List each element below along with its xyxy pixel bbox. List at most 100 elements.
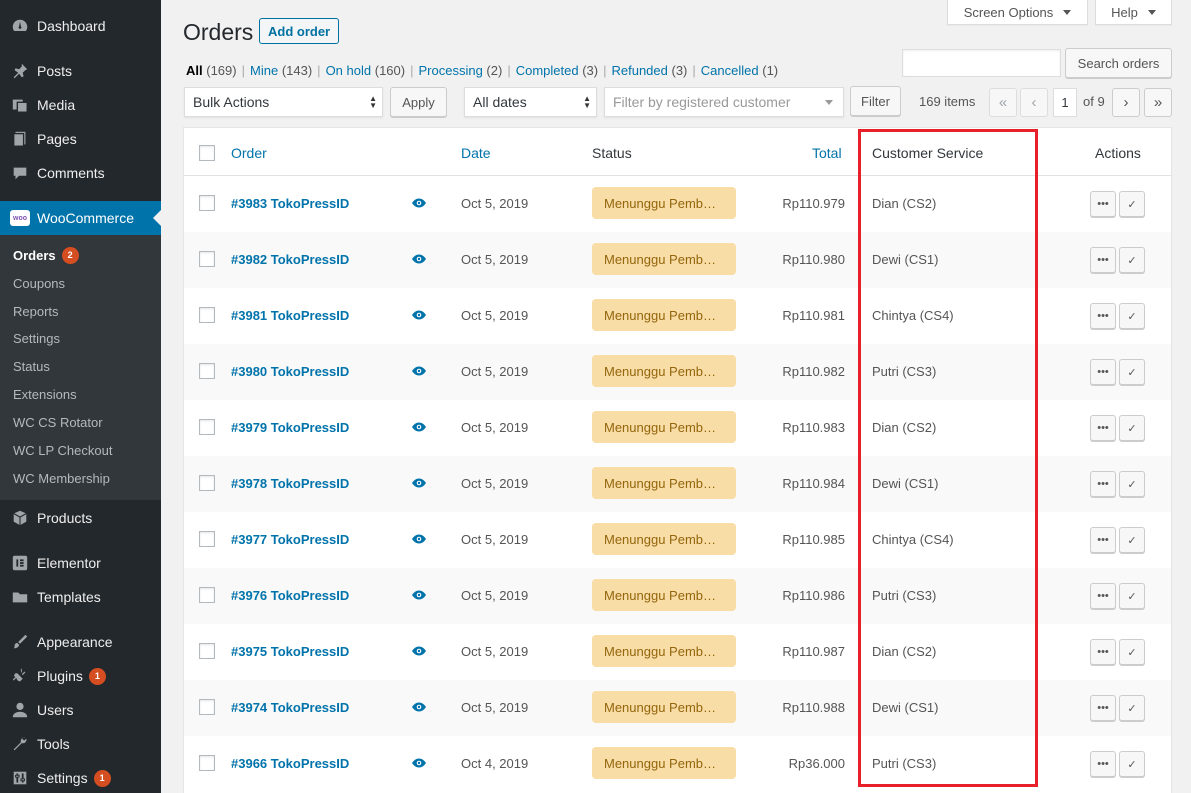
menu-pages[interactable]: Pages [0,127,161,151]
order-link[interactable]: #3966 TokoPressID [231,756,349,771]
menu-comments[interactable]: Comments [0,161,161,185]
more-actions-button[interactable]: ••• [1090,583,1116,609]
more-actions-button[interactable]: ••• [1090,639,1116,665]
column-order[interactable]: Order [231,145,267,161]
menu-dashboard[interactable]: Dashboard [0,14,161,38]
submenu-wc-cs-rotator[interactable]: WC CS Rotator [13,415,103,430]
table-row[interactable]: #3975 TokoPressID Oct 5, 2019 Menunggu P… [184,624,1171,680]
complete-order-button[interactable]: ✓ [1119,415,1145,441]
row-checkbox[interactable] [199,307,215,323]
table-row[interactable]: #3981 TokoPressID Oct 5, 2019 Menunggu P… [184,288,1171,344]
menu-users[interactable]: Users [0,698,161,722]
view-completed[interactable]: Completed [516,63,579,78]
view-all[interactable]: All [186,63,203,78]
preview-eye-icon[interactable] [411,588,427,602]
bulk-actions-select[interactable]: Bulk Actions ▲ ▼ [184,87,383,117]
view-cancelled[interactable]: Cancelled [701,63,759,78]
submenu-settings[interactable]: Settings [13,331,60,346]
row-checkbox[interactable] [199,643,215,659]
more-actions-button[interactable]: ••• [1090,303,1116,329]
more-actions-button[interactable]: ••• [1090,471,1116,497]
more-actions-button[interactable]: ••• [1090,191,1116,217]
next-page-button[interactable]: › [1112,88,1140,117]
column-date[interactable]: Date [461,145,491,161]
menu-media[interactable]: Media [0,93,161,117]
submenu-status[interactable]: Status [13,359,50,374]
order-link[interactable]: #3982 TokoPressID [231,252,349,267]
preview-eye-icon[interactable] [411,476,427,490]
complete-order-button[interactable]: ✓ [1119,303,1145,329]
table-row[interactable]: #3979 TokoPressID Oct 5, 2019 Menunggu P… [184,400,1171,456]
menu-appearance[interactable]: Appearance [0,630,161,654]
prev-page-button[interactable]: ‹ [1020,88,1048,117]
help-button[interactable]: Help [1095,0,1172,25]
table-row[interactable]: #3974 TokoPressID Oct 5, 2019 Menunggu P… [184,680,1171,736]
search-orders-input[interactable] [902,49,1061,77]
search-orders-button[interactable]: Search orders [1065,48,1172,78]
menu-plugins[interactable]: Plugins 1 [0,664,161,688]
apply-button[interactable]: Apply [390,87,447,117]
preview-eye-icon[interactable] [411,644,427,658]
preview-eye-icon[interactable] [411,700,427,714]
menu-woocommerce[interactable]: woo WooCommerce [0,201,161,235]
filter-button[interactable]: Filter [850,86,901,116]
current-page-input[interactable]: 1 [1053,88,1077,117]
screen-options-button[interactable]: Screen Options [947,0,1088,25]
last-page-button[interactable]: » [1144,88,1172,117]
row-checkbox[interactable] [199,363,215,379]
preview-eye-icon[interactable] [411,252,427,266]
first-page-button[interactable]: « [989,88,1017,117]
more-actions-button[interactable]: ••• [1090,359,1116,385]
add-order-button[interactable]: Add order [259,18,340,44]
row-checkbox[interactable] [199,531,215,547]
menu-elementor[interactable]: Elementor [0,551,161,575]
complete-order-button[interactable]: ✓ [1119,639,1145,665]
row-checkbox[interactable] [199,251,215,267]
row-checkbox[interactable] [199,587,215,603]
row-checkbox[interactable] [199,699,215,715]
complete-order-button[interactable]: ✓ [1119,359,1145,385]
order-link[interactable]: #3974 TokoPressID [231,700,349,715]
complete-order-button[interactable]: ✓ [1119,695,1145,721]
view-processing[interactable]: Processing [418,63,482,78]
date-filter-select[interactable]: All dates ▲ ▼ [464,87,597,117]
complete-order-button[interactable]: ✓ [1119,471,1145,497]
more-actions-button[interactable]: ••• [1090,695,1116,721]
order-link[interactable]: #3976 TokoPressID [231,588,349,603]
complete-order-button[interactable]: ✓ [1119,191,1145,217]
customer-filter-select[interactable]: Filter by registered customer [604,87,844,117]
row-checkbox[interactable] [199,195,215,211]
table-row[interactable]: #3983 TokoPressID Oct 5, 2019 Menunggu P… [184,176,1171,232]
table-row[interactable]: #3980 TokoPressID Oct 5, 2019 Menunggu P… [184,344,1171,400]
submenu-coupons[interactable]: Coupons [13,276,65,291]
order-link[interactable]: #3975 TokoPressID [231,644,349,659]
view-on-hold[interactable]: On hold [326,63,372,78]
row-checkbox[interactable] [199,419,215,435]
complete-order-button[interactable]: ✓ [1119,751,1145,777]
row-checkbox[interactable] [199,755,215,771]
menu-products[interactable]: Products [0,506,161,530]
table-row[interactable]: #3966 TokoPressID Oct 4, 2019 Menunggu P… [184,736,1171,792]
more-actions-button[interactable]: ••• [1090,751,1116,777]
preview-eye-icon[interactable] [411,756,427,770]
order-link[interactable]: #3983 TokoPressID [231,196,349,211]
menu-posts[interactable]: Posts [0,59,161,83]
preview-eye-icon[interactable] [411,532,427,546]
select-all-checkbox[interactable] [199,145,215,161]
preview-eye-icon[interactable] [411,364,427,378]
submenu-reports[interactable]: Reports [13,304,59,319]
row-checkbox[interactable] [199,475,215,491]
order-link[interactable]: #3977 TokoPressID [231,532,349,547]
complete-order-button[interactable]: ✓ [1119,527,1145,553]
view-mine[interactable]: Mine [250,63,278,78]
submenu-wc-lp-checkout[interactable]: WC LP Checkout [13,443,112,458]
view-refunded[interactable]: Refunded [611,63,667,78]
column-total[interactable]: Total [812,145,842,161]
complete-order-button[interactable]: ✓ [1119,247,1145,273]
order-link[interactable]: #3981 TokoPressID [231,308,349,323]
table-row[interactable]: #3978 TokoPressID Oct 5, 2019 Menunggu P… [184,456,1171,512]
more-actions-button[interactable]: ••• [1090,247,1116,273]
table-row[interactable]: #3976 TokoPressID Oct 5, 2019 Menunggu P… [184,568,1171,624]
table-row[interactable]: #3977 TokoPressID Oct 5, 2019 Menunggu P… [184,512,1171,568]
submenu-orders[interactable]: Orders 2 [13,247,79,264]
